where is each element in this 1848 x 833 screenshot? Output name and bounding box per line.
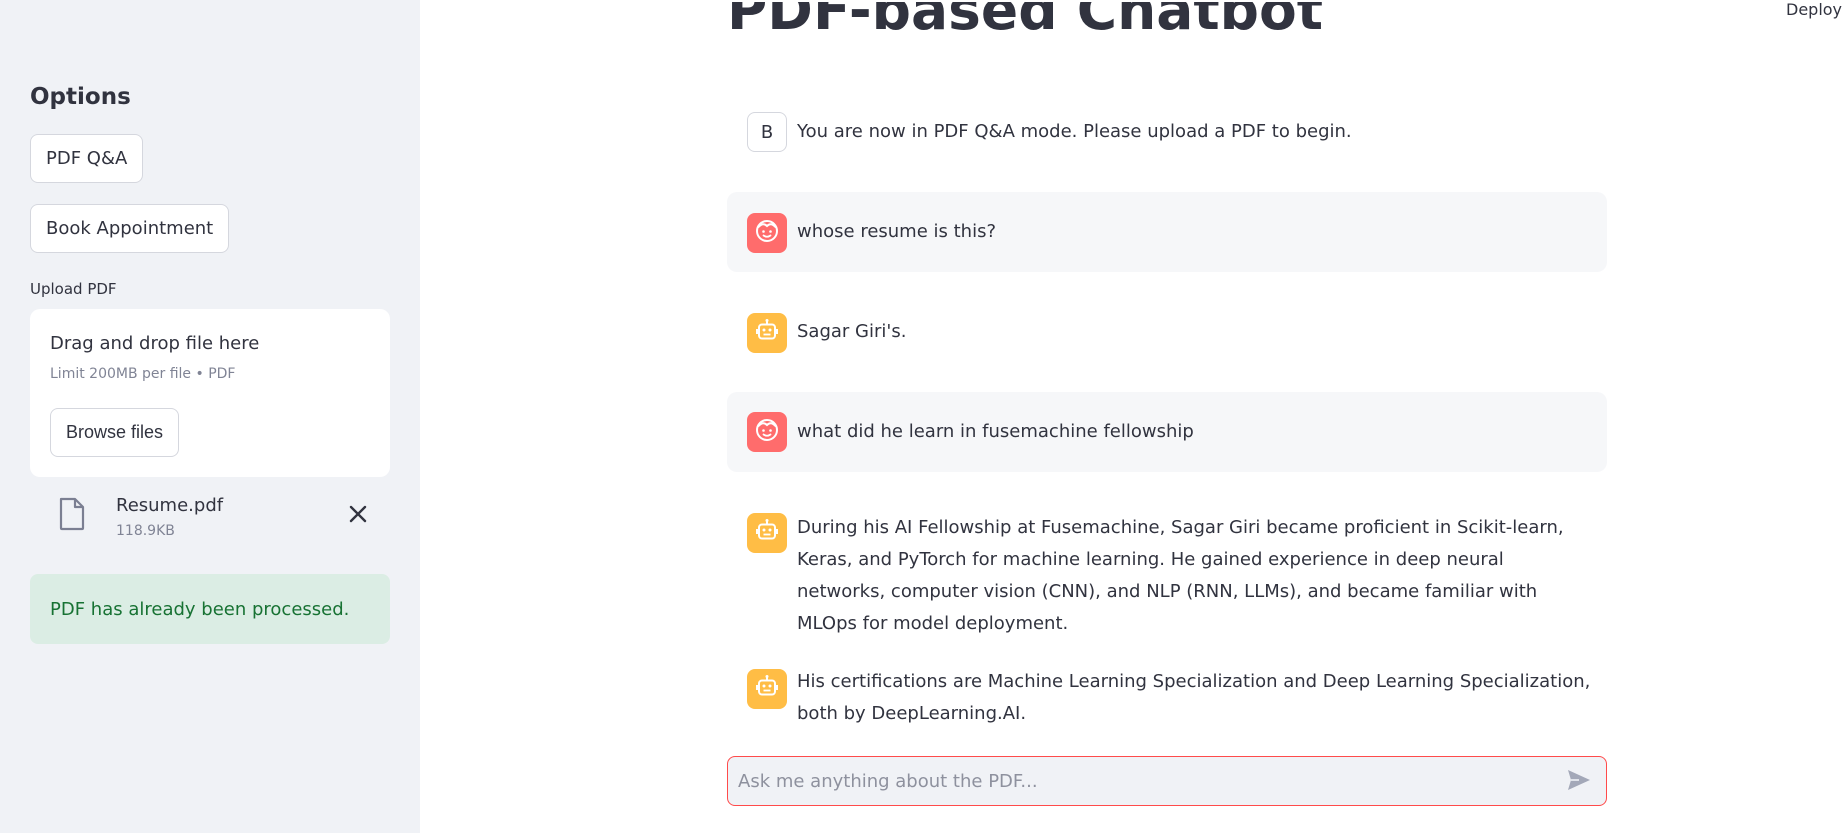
page-title-text: PDF-based Chatbot [727,2,1324,42]
message-text: During his AI Fellowship at Fusemachine,… [797,517,1564,634]
app-root: Options PDF Q&A Book Appointment Upload … [0,0,1848,833]
assistant-avatar [747,669,787,709]
sidebar-title: Options [30,84,131,110]
upload-pdf-label: Upload PDF [30,280,117,298]
chat-message-assistant: B You are now in PDF Q&A mode. Please up… [727,96,1607,168]
assistant-avatar: B [747,112,787,152]
robot-icon [754,674,780,704]
remove-file-button[interactable] [344,502,372,530]
chat-message-assistant: During his AI Fellowship at Fusemachine,… [727,496,1607,636]
user-face-icon [754,218,780,248]
assistant-avatar [747,513,787,553]
deploy-button[interactable]: Deploy [1786,0,1842,19]
user-face-icon [754,417,780,447]
message-text: His certifications are Machine Learning … [797,671,1591,724]
robot-icon [754,518,780,548]
file-size: 118.9KB [116,523,175,539]
close-icon [349,505,367,527]
assistant-avatar [747,313,787,353]
robot-icon [754,318,780,348]
chat-message-assistant: Sagar Giri's. [727,296,1607,368]
file-name: Resume.pdf [116,495,224,516]
book-appointment-button[interactable]: Book Appointment [30,204,230,253]
status-alert: PDF has already been processed. [30,574,390,644]
user-avatar [747,213,787,253]
message-text: what did he learn in fusemachine fellows… [797,421,1194,442]
dropzone-title: Drag and drop file here [50,333,260,354]
dropzone-limit: Limit 200MB per file • PDF [50,366,236,382]
message-text: You are now in PDF Q&A mode. Please uplo… [797,121,1352,142]
file-icon [58,497,86,531]
chat-message-user: what did he learn in fusemachine fellows… [727,392,1607,472]
user-avatar [747,412,787,452]
send-button[interactable] [1566,769,1592,795]
chat-input[interactable] [738,757,1548,805]
uploaded-file: Resume.pdf 118.9KB [30,486,390,548]
page-title: PDF-based Chatbot [727,2,1323,64]
chat-message-assistant: His certifications are Machine Learning … [727,652,1607,744]
message-text: whose resume is this? [797,221,997,242]
chat-input-container [727,756,1607,806]
file-dropzone[interactable]: Drag and drop file here Limit 200MB per … [30,309,390,477]
chat-message-user: whose resume is this? [727,192,1607,272]
send-icon [1567,769,1591,795]
browse-files-button[interactable]: Browse files [50,408,180,457]
sidebar: Options PDF Q&A Book Appointment Upload … [0,0,420,833]
pdf-qa-button[interactable]: PDF Q&A [30,134,144,183]
message-text: Sagar Giri's. [797,321,907,342]
